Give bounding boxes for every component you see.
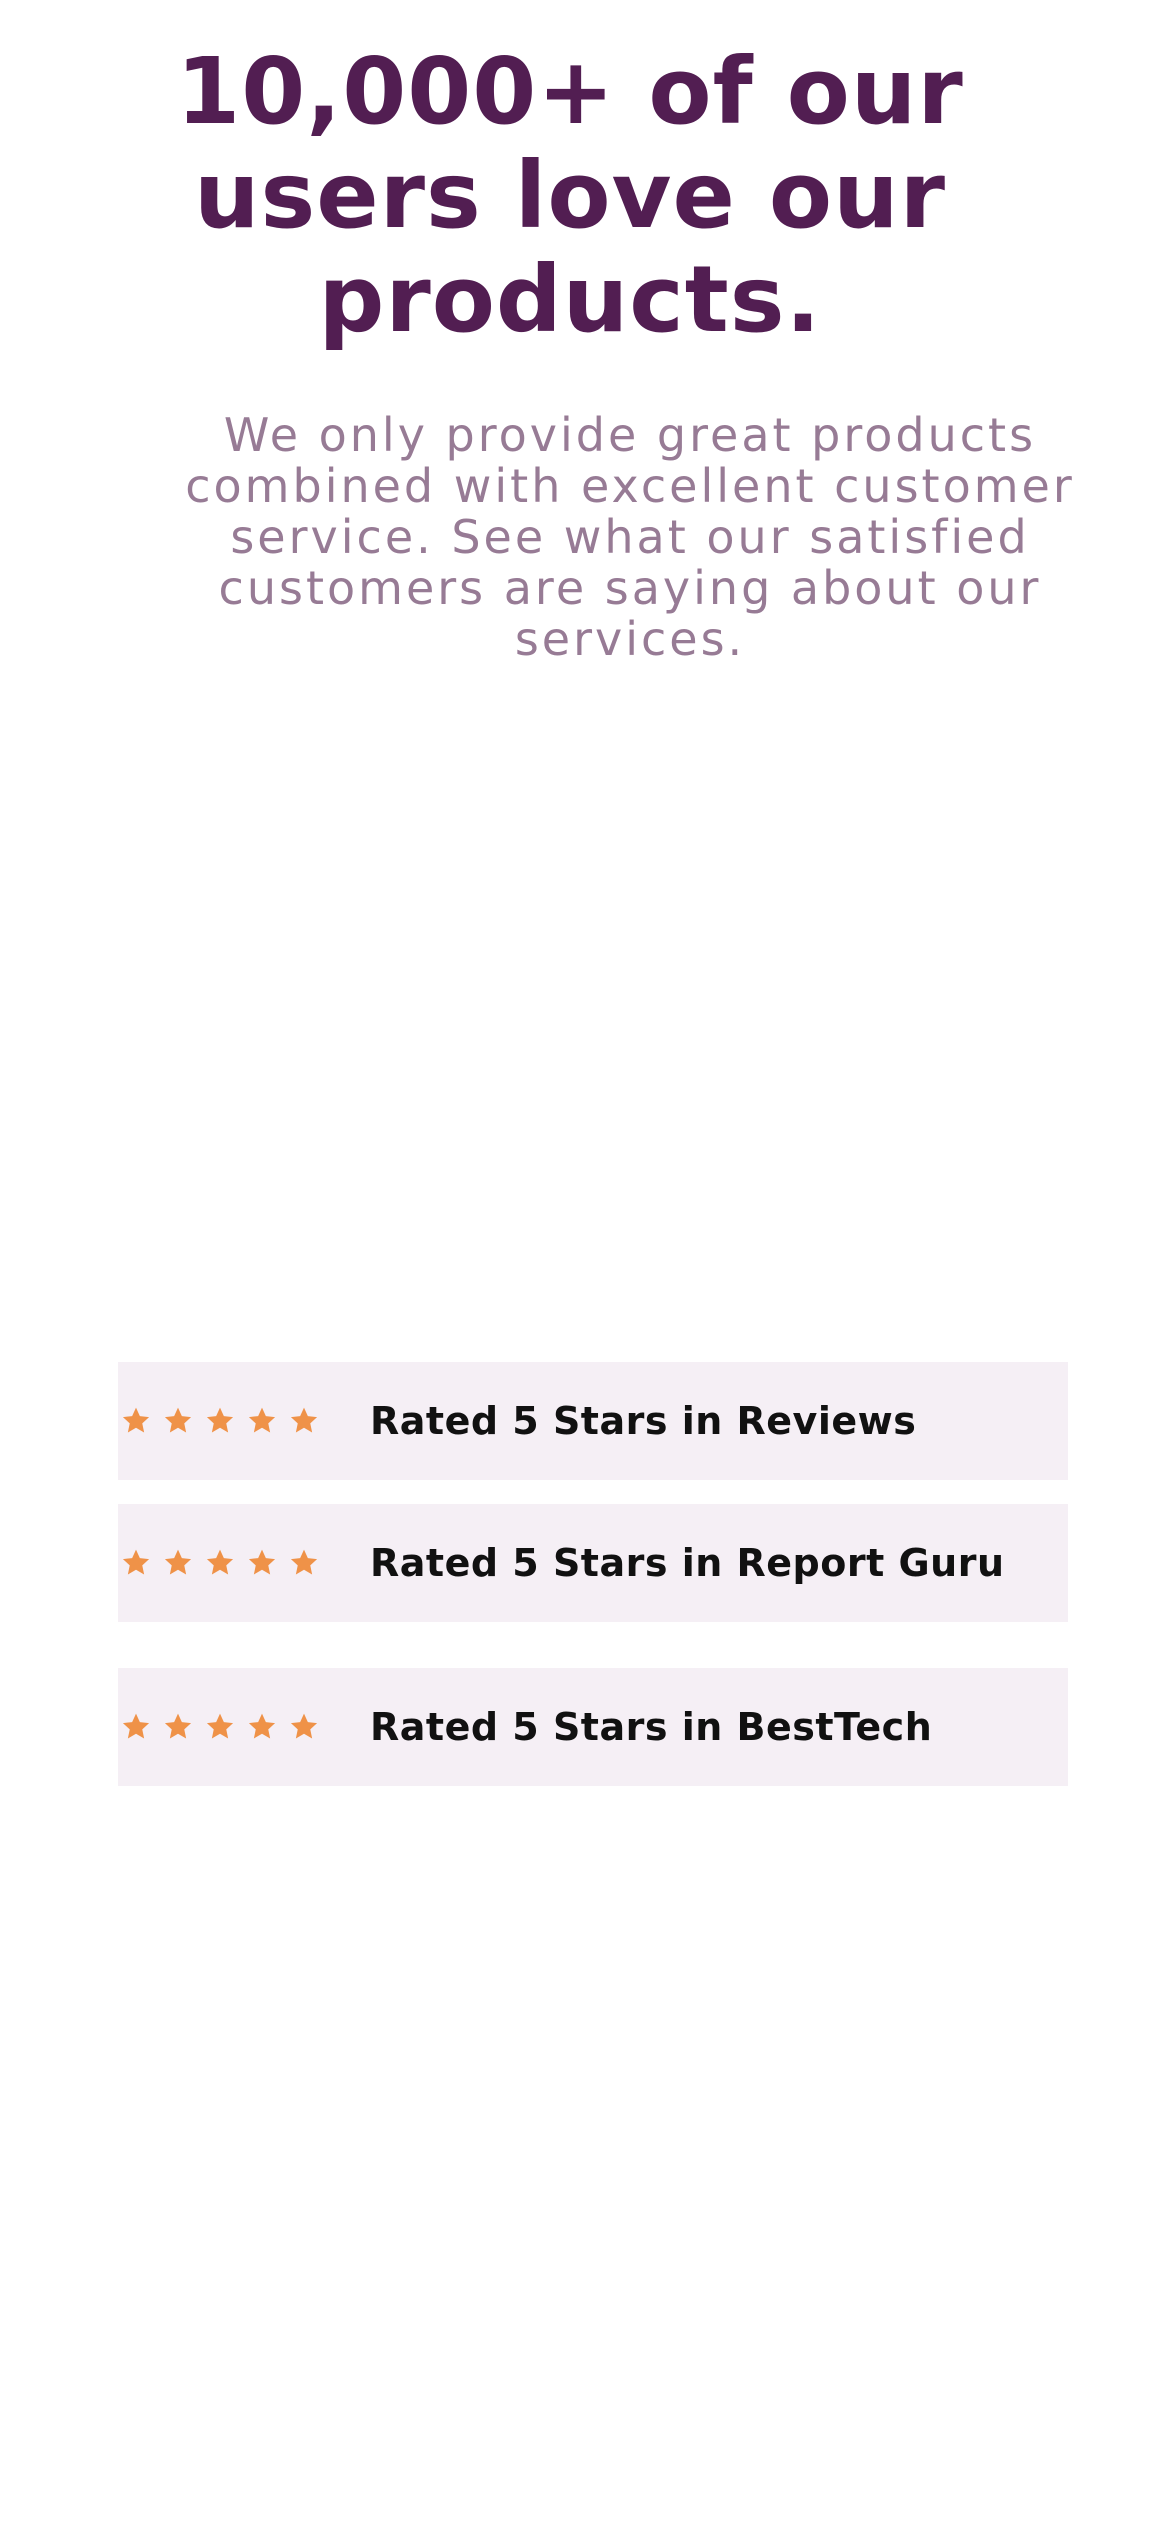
star-icon (246, 1547, 278, 1579)
rating-card-reviews: Rated 5 Stars in Reviews (118, 1362, 1068, 1480)
star-icon (204, 1711, 236, 1743)
star-rating (118, 1711, 370, 1743)
headline: 10,000+ of our users love our products. (176, 38, 964, 353)
rating-label: Rated 5 Stars in BestTech (370, 1705, 933, 1749)
star-icon (162, 1711, 194, 1743)
star-rating (118, 1547, 370, 1579)
rating-card-report-guru: Rated 5 Stars in Report Guru (118, 1504, 1068, 1622)
star-icon (246, 1711, 278, 1743)
rating-card-besttech: Rated 5 Stars in BestTech (118, 1668, 1068, 1786)
rating-label: Rated 5 Stars in Reviews (370, 1399, 917, 1443)
star-icon (162, 1547, 194, 1579)
star-icon (288, 1711, 320, 1743)
rating-label: Rated 5 Stars in Report Guru (370, 1541, 1005, 1585)
star-icon (246, 1405, 278, 1437)
star-icon (120, 1405, 152, 1437)
star-rating (118, 1405, 370, 1437)
star-icon (288, 1547, 320, 1579)
star-icon (204, 1547, 236, 1579)
star-icon (204, 1405, 236, 1437)
star-icon (120, 1547, 152, 1579)
subtext: We only provide great products combined … (185, 408, 1075, 666)
star-icon (120, 1711, 152, 1743)
star-icon (288, 1405, 320, 1437)
star-icon (162, 1405, 194, 1437)
